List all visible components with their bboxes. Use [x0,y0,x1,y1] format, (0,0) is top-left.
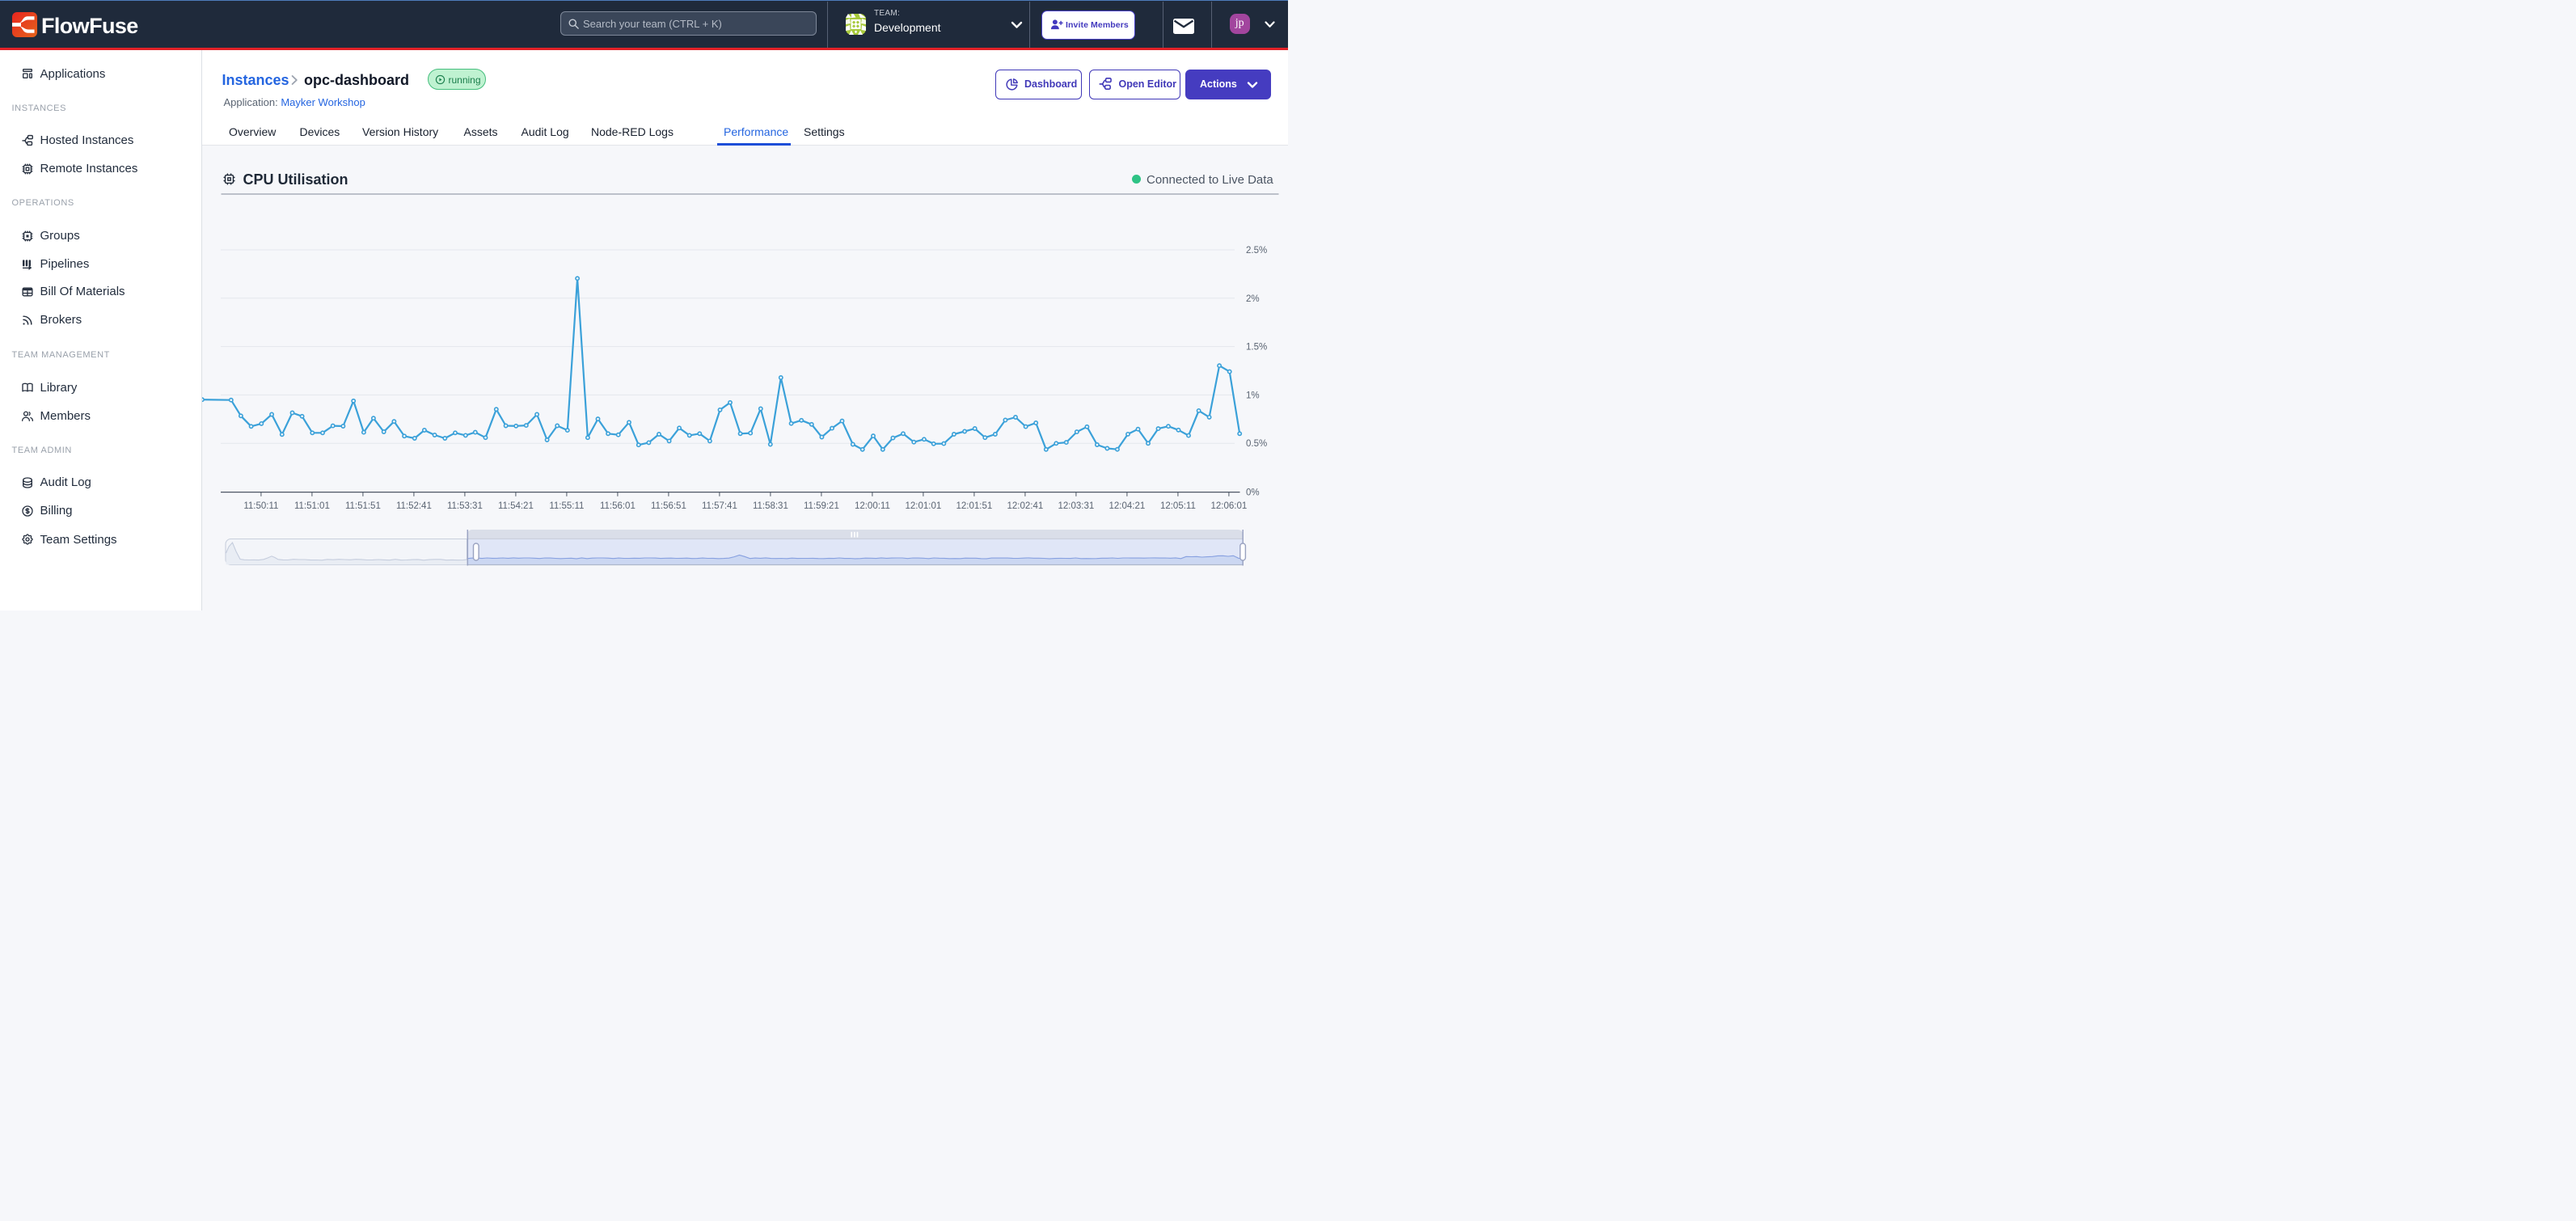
svg-text:11:52:41: 11:52:41 [396,501,432,511]
svg-text:11:57:41: 11:57:41 [702,501,737,511]
svg-text:11:51:01: 11:51:01 [294,501,330,511]
svg-text:11:55:11: 11:55:11 [549,501,584,511]
svg-text:2%: 2% [1246,294,1260,304]
svg-text:11:54:21: 11:54:21 [498,501,534,511]
svg-text:12:06:01: 12:06:01 [1211,501,1248,511]
svg-text:12:02:41: 12:02:41 [1007,501,1044,511]
svg-text:11:58:31: 11:58:31 [753,501,788,511]
svg-text:1%: 1% [1246,391,1260,400]
svg-text:11:56:51: 11:56:51 [651,501,686,511]
svg-text:12:00:11: 12:00:11 [855,501,890,511]
svg-text:11:56:01: 11:56:01 [600,501,636,511]
svg-text:11:51:51: 11:51:51 [345,501,381,511]
svg-text:12:05:11: 12:05:11 [1160,501,1196,511]
svg-text:0.5%: 0.5% [1246,439,1267,449]
svg-text:11:59:21: 11:59:21 [804,501,839,511]
svg-text:12:01:51: 12:01:51 [956,501,993,511]
svg-text:12:03:31: 12:03:31 [1058,501,1095,511]
svg-text:12:01:01: 12:01:01 [906,501,942,511]
svg-text:0%: 0% [1246,488,1260,498]
svg-text:11:50:11: 11:50:11 [243,501,278,511]
svg-text:1.5%: 1.5% [1246,343,1267,353]
svg-text:12:04:21: 12:04:21 [1109,501,1146,511]
svg-text:11:53:31: 11:53:31 [447,501,483,511]
svg-text:2.5%: 2.5% [1246,246,1267,256]
